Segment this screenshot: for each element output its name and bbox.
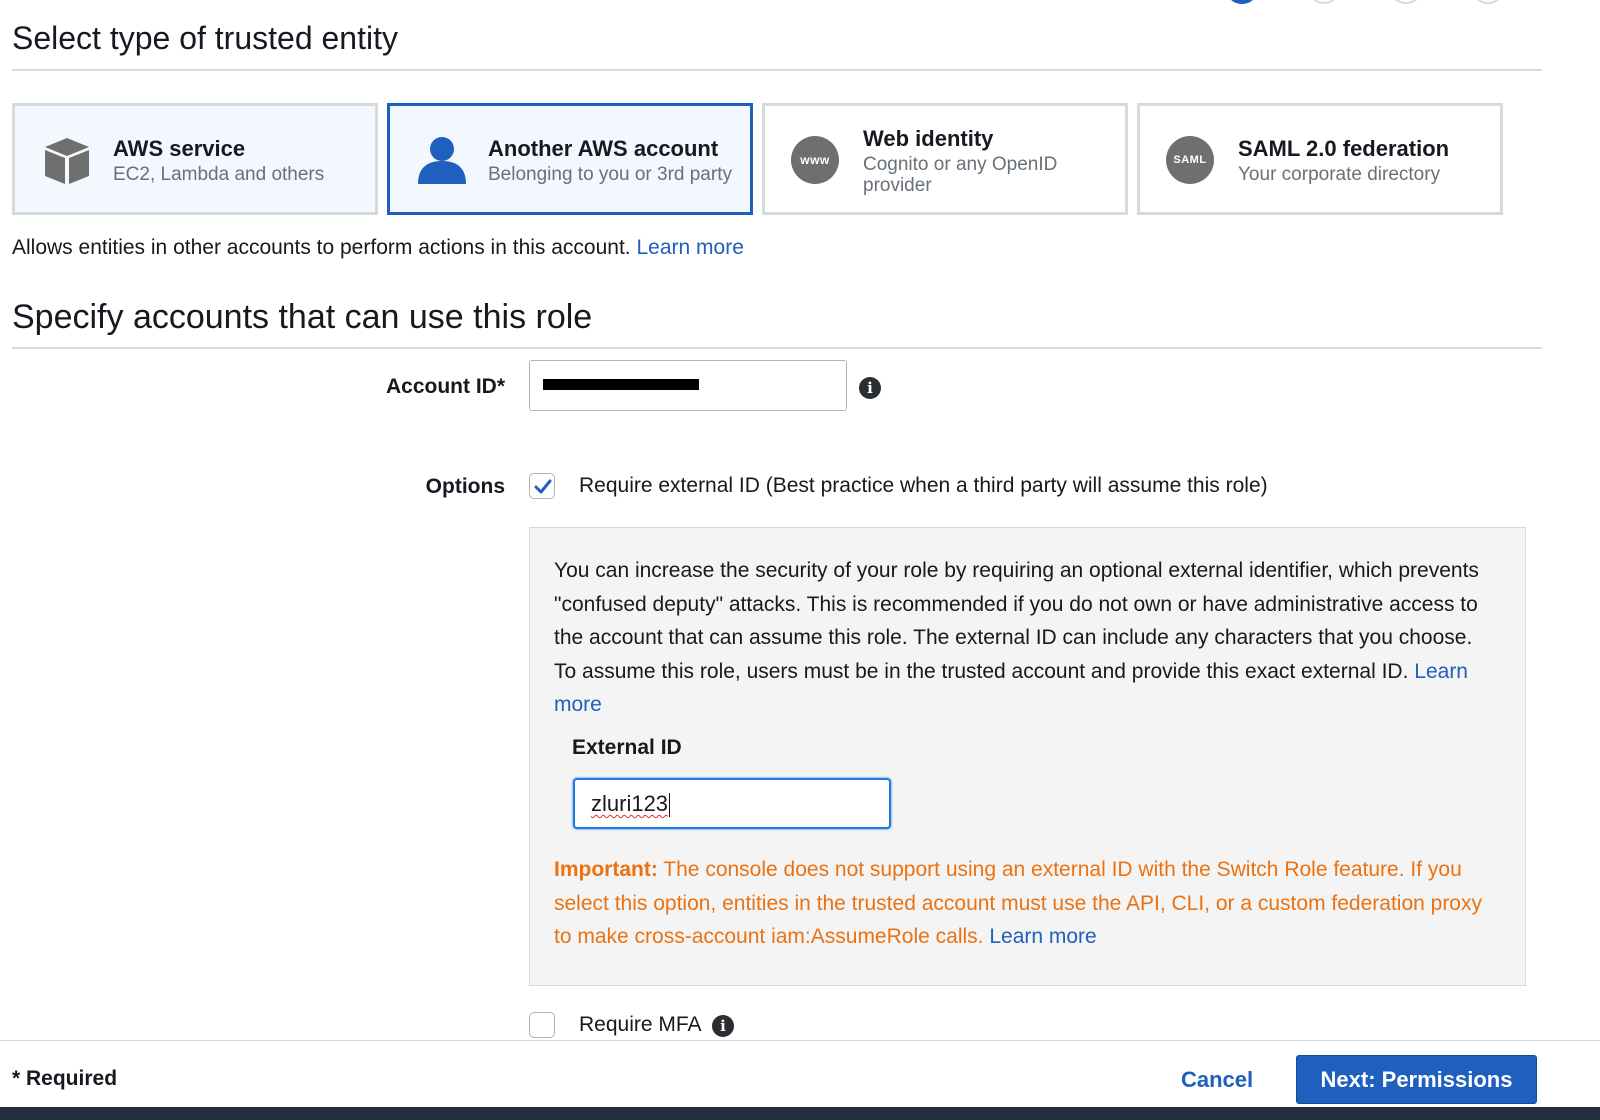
learn-more-link[interactable]: Learn more xyxy=(989,925,1096,948)
cancel-button[interactable]: Cancel xyxy=(1181,1067,1253,1093)
card-another-aws-account[interactable]: Another AWS account Belonging to you or … xyxy=(387,103,753,215)
info-icon[interactable]: i xyxy=(712,1015,734,1037)
require-external-id-checkbox[interactable] xyxy=(529,473,555,499)
card-subtitle: EC2, Lambda and others xyxy=(113,164,325,185)
card-title: AWS service xyxy=(113,136,246,161)
external-id-input[interactable]: zluri123 xyxy=(573,778,891,829)
card-saml-federation[interactable]: SAML SAML 2.0 federation Your corporate … xyxy=(1137,103,1503,215)
card-subtitle: Cognito or any OpenID provider xyxy=(863,154,1058,196)
options-label: Options xyxy=(425,475,505,498)
text-caret xyxy=(669,793,671,818)
www-icon: www xyxy=(791,136,843,188)
required-note: * Required xyxy=(12,1067,118,1090)
step-4-indicator xyxy=(1471,0,1505,4)
learn-more-link[interactable]: Learn more xyxy=(636,236,743,259)
user-icon xyxy=(416,134,468,186)
step-1-indicator xyxy=(1225,0,1259,4)
important-note: Important: The console does not support … xyxy=(554,858,1482,948)
card-title: Web identity xyxy=(863,126,994,151)
info-icon[interactable]: i xyxy=(859,377,881,399)
external-id-value: zluri123 xyxy=(591,791,669,816)
require-external-id-label: Require external ID (Best practice when … xyxy=(579,474,1268,497)
next-permissions-button[interactable]: Next: Permissions xyxy=(1296,1055,1537,1104)
card-web-identity[interactable]: www Web identity Cognito or any OpenID p… xyxy=(762,103,1128,215)
step-2-indicator xyxy=(1307,0,1341,4)
step-3-indicator xyxy=(1389,0,1423,4)
external-id-panel: You can increase the security of your ro… xyxy=(529,527,1526,986)
account-id-input[interactable] xyxy=(529,360,847,411)
redacted-value xyxy=(543,379,699,390)
checkmark-icon xyxy=(534,479,552,494)
trusted-entity-cards: AWS service EC2, Lambda and others Anoth… xyxy=(12,103,1532,215)
external-id-explanation: You can increase the security of your ro… xyxy=(554,559,1479,716)
divider xyxy=(12,347,1542,349)
card-title: Another AWS account xyxy=(488,136,719,161)
section-title-specify-accounts: Specify accounts that can use this role xyxy=(12,298,593,336)
card-subtitle: Belonging to you or 3rd party xyxy=(488,164,732,185)
card-title: SAML 2.0 federation xyxy=(1238,136,1450,161)
entity-description: Allows entities in other accounts to per… xyxy=(12,236,744,259)
account-id-label: Account ID* xyxy=(385,375,505,398)
section-title-trusted-entity: Select type of trusted entity xyxy=(12,20,398,56)
require-mfa-checkbox[interactable] xyxy=(529,1012,555,1038)
bottom-bar xyxy=(0,1107,1600,1120)
require-mfa-label: Require MFA xyxy=(579,1013,702,1036)
external-id-label: External ID xyxy=(572,736,682,759)
saml-icon: SAML xyxy=(1166,136,1218,188)
divider xyxy=(12,69,1542,71)
footer: * Required Cancel Next: Permissions xyxy=(0,1040,1600,1107)
card-subtitle: Your corporate directory xyxy=(1238,164,1441,185)
cube-icon xyxy=(41,134,93,186)
card-aws-service[interactable]: AWS service EC2, Lambda and others xyxy=(12,103,378,215)
